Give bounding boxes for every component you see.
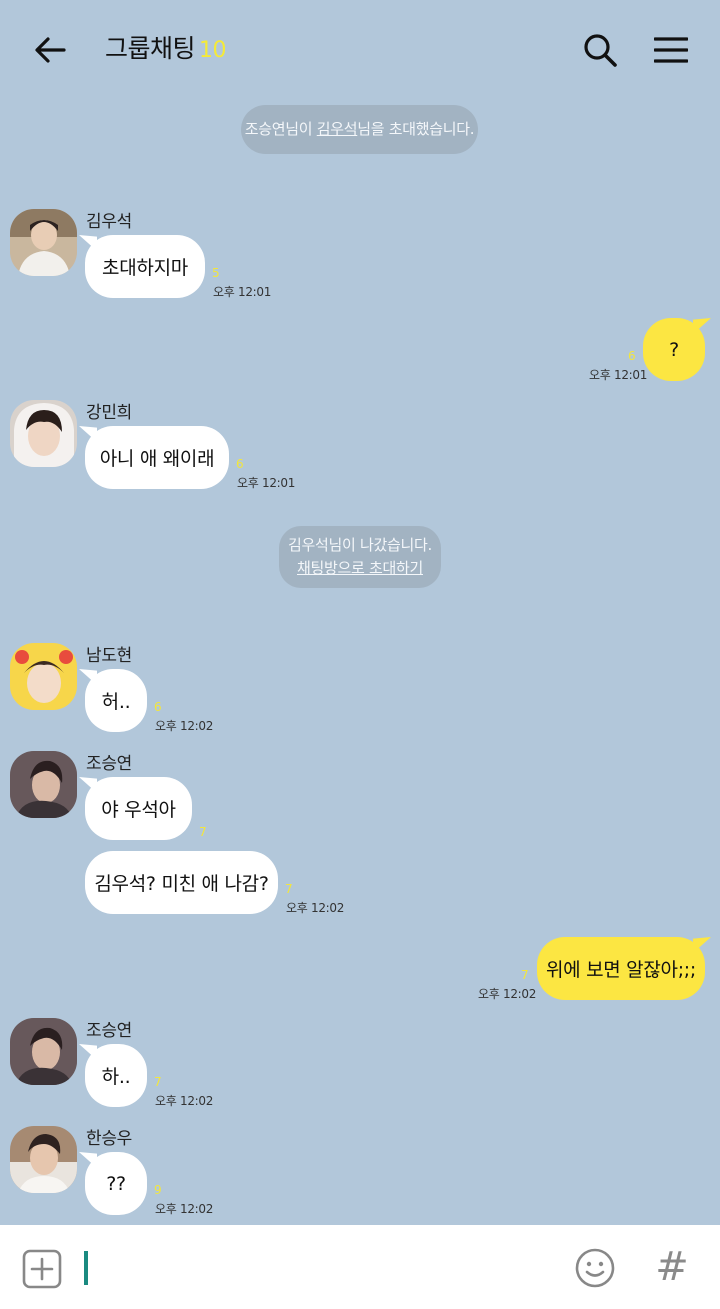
sender-name: 김우석: [86, 212, 133, 232]
message-bubble[interactable]: ??: [85, 1152, 147, 1215]
message-bubble[interactable]: 초대하지마: [85, 235, 205, 298]
message-time: 오후 12:02: [155, 1202, 214, 1216]
notice-text: 김우석님이 나갔습니다.: [288, 536, 432, 554]
search-button[interactable]: [578, 28, 622, 72]
avatar-nam-dohyun[interactable]: [10, 643, 77, 710]
unread-count: 7: [154, 1075, 162, 1089]
plus-square-icon: [22, 1249, 62, 1289]
back-button[interactable]: [28, 28, 72, 72]
message-time: 오후 12:02: [286, 901, 345, 915]
message-time: 오후 12:02: [155, 719, 214, 733]
unread-count: 6: [236, 457, 244, 471]
message-time: 오후 12:02: [155, 1094, 214, 1108]
message-bubble[interactable]: 아니 애 왜이래: [85, 426, 229, 489]
unread-count: 7: [285, 882, 293, 896]
message-time: 오후 12:02: [478, 987, 537, 1001]
message-bubble[interactable]: 허..: [85, 669, 147, 732]
notice-text: 조승연님이: [244, 120, 317, 138]
sender-name: 남도현: [86, 646, 133, 666]
unread-count: 6: [154, 700, 162, 714]
search-icon: [584, 34, 617, 67]
smiley-icon: [575, 1248, 615, 1288]
hamburger-menu-icon: [654, 37, 688, 63]
menu-button[interactable]: [648, 28, 694, 72]
message-time: 오후 12:01: [213, 285, 272, 299]
emoji-button[interactable]: [574, 1247, 616, 1289]
message-time: 오후 12:01: [237, 476, 296, 490]
message-bubble[interactable]: 하..: [85, 1044, 147, 1107]
chat-screen: 그룹채팅 10 조승연님이 김우석님을 초대했습니다. 김우석 초대하지마 5 오…: [0, 0, 720, 1309]
avatar-kim-wooseok[interactable]: [10, 209, 77, 276]
message-input[interactable]: [80, 1247, 550, 1289]
avatar-cho-seungyoun[interactable]: [10, 751, 77, 818]
reinvite-link[interactable]: 채팅방으로 초대하기: [279, 557, 441, 580]
text-cursor: [84, 1251, 88, 1285]
header: 그룹채팅 10: [0, 0, 720, 96]
sender-name: 한승우: [86, 1129, 133, 1149]
attach-button[interactable]: [22, 1249, 62, 1289]
avatar-kang-minhee[interactable]: [10, 400, 77, 467]
chat-title-text: 그룹채팅: [105, 34, 196, 63]
invited-user-link[interactable]: 김우석: [317, 120, 358, 138]
unread-count: 5: [212, 266, 220, 280]
system-notice-left: 김우석님이 나갔습니다. 채팅방으로 초대하기: [279, 526, 441, 588]
hashtag-icon[interactable]: #: [650, 1243, 694, 1291]
member-count: 10: [199, 38, 227, 63]
message-bubble[interactable]: 김우석? 미친 애 나감?: [85, 851, 278, 914]
unread-count: 9: [154, 1183, 162, 1197]
sender-name: 강민희: [86, 403, 133, 423]
sender-name: 조승연: [86, 754, 133, 774]
back-arrow-icon: [35, 37, 66, 63]
sender-name: 조승연: [86, 1021, 133, 1041]
message-time: 오후 12:01: [589, 368, 648, 382]
avatar-han-seungwoo[interactable]: [10, 1126, 77, 1193]
message-bubble[interactable]: 야 우석아: [85, 777, 192, 840]
chat-title: 그룹채팅 10: [105, 33, 227, 67]
system-notice-invite: 조승연님이 김우석님을 초대했습니다.: [241, 105, 478, 154]
unread-count: 7: [199, 825, 207, 839]
unread-count: 6: [628, 349, 636, 363]
my-message-bubble[interactable]: ?: [643, 318, 705, 381]
avatar-cho-seungyoun[interactable]: [10, 1018, 77, 1085]
message-input-bar: #: [0, 1225, 720, 1309]
unread-count: 7: [521, 968, 529, 982]
notice-text: 님을 초대했습니다.: [357, 120, 475, 138]
my-message-bubble[interactable]: 위에 보면 알잖아;;;: [537, 937, 705, 1000]
